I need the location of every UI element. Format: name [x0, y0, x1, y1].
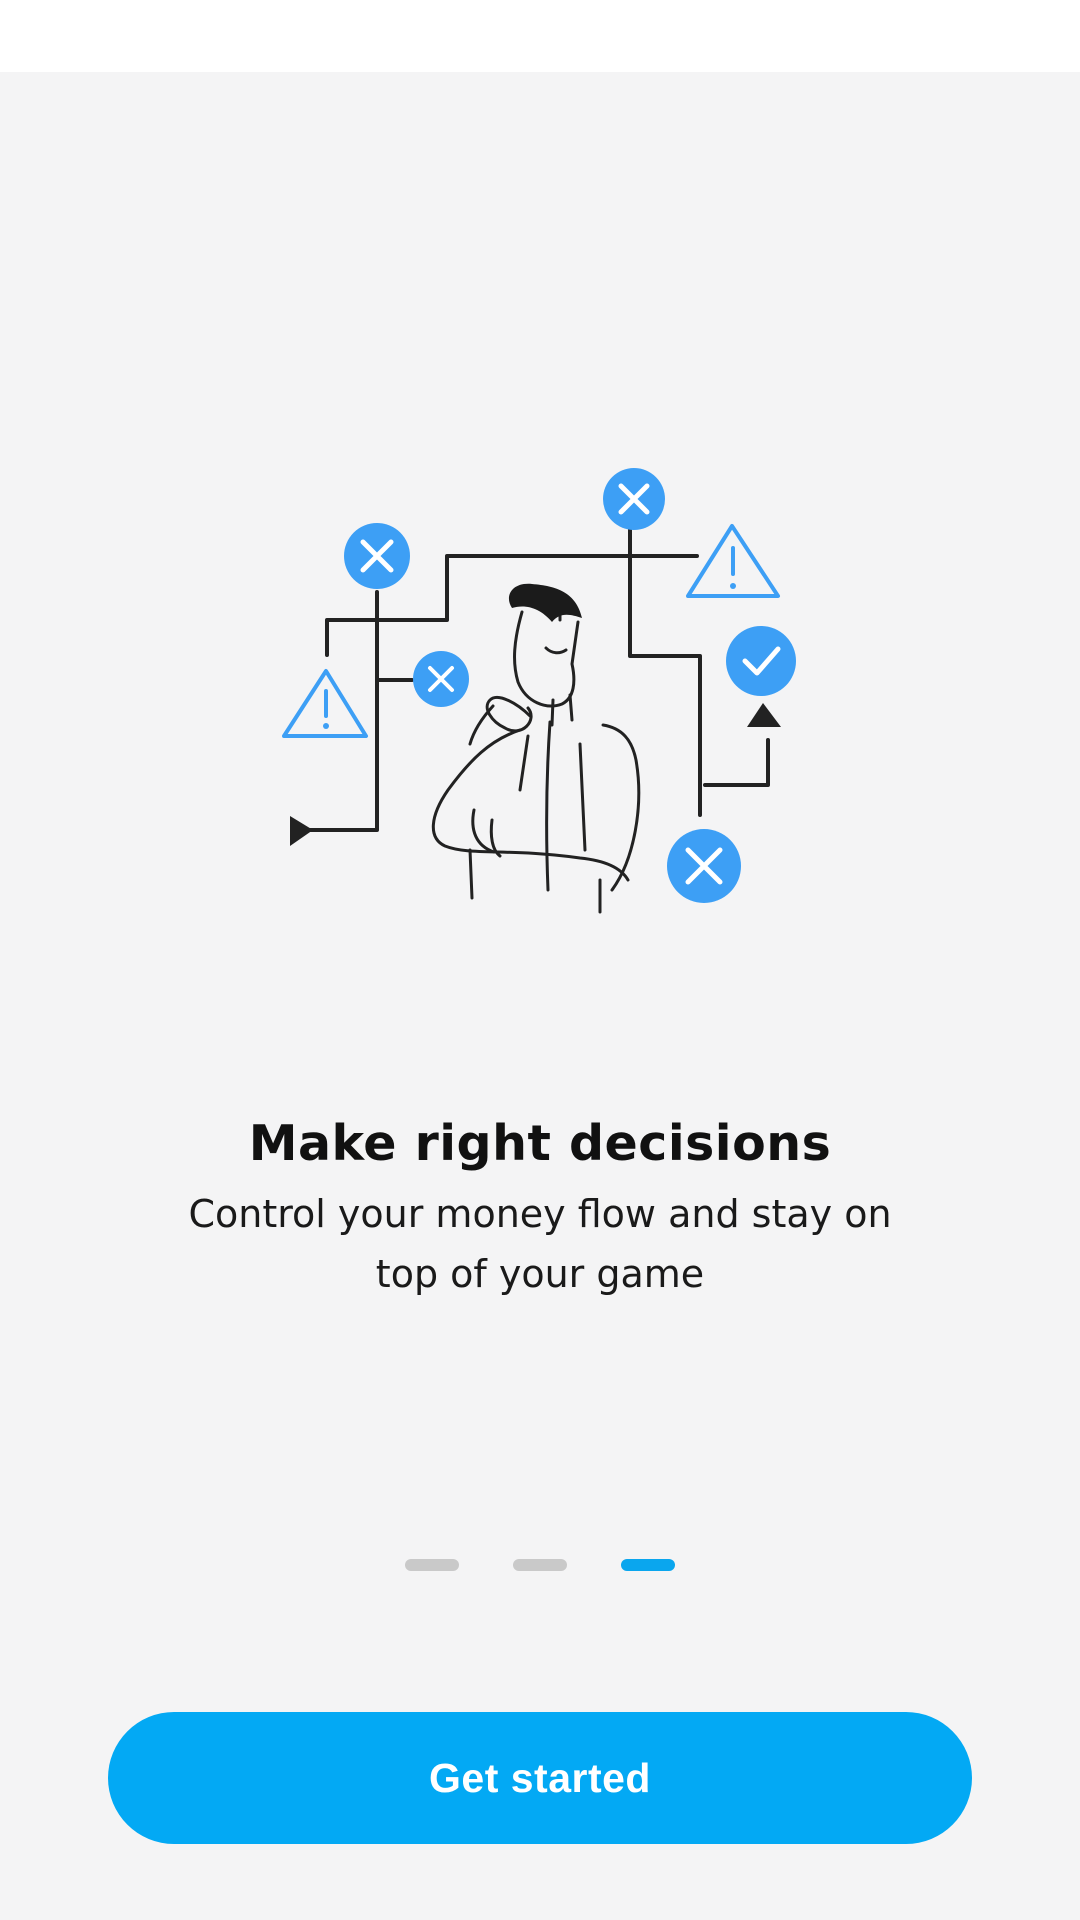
onboarding-subtitle: Control your money flow and stay on top …	[188, 1192, 892, 1296]
close-circle-icon	[344, 523, 410, 589]
onboarding-title: Make right decisions	[248, 1115, 832, 1172]
close-circle-icon	[413, 651, 469, 707]
page-indicator-dot[interactable]	[405, 1559, 459, 1571]
warning-triangle-icon	[686, 524, 780, 598]
page-indicator	[0, 1559, 1080, 1571]
get-started-button[interactable]: Get started	[108, 1712, 972, 1844]
status-bar	[0, 0, 1080, 72]
close-circle-icon	[667, 829, 741, 903]
page-indicator-dot-active[interactable]	[621, 1559, 675, 1571]
check-circle-icon	[726, 626, 796, 696]
arrow-right-icon	[290, 816, 313, 846]
warning-triangle-icon	[282, 669, 368, 738]
arrow-up-icon	[747, 703, 781, 727]
close-circle-icon	[603, 468, 665, 530]
onboarding-illustration	[270, 455, 810, 930]
page-indicator-dot[interactable]	[513, 1559, 567, 1571]
